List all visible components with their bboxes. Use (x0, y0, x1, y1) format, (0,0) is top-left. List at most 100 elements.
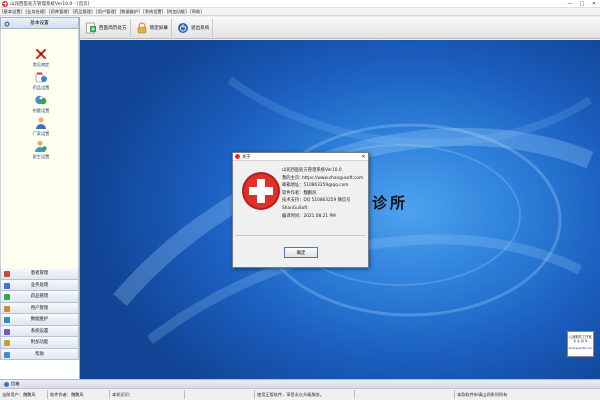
settings-icon (4, 21, 10, 27)
menu-basic-settings[interactable]: [基本设置] (2, 9, 22, 15)
close-button[interactable]: ✕ (588, 0, 600, 8)
lock-screen-button[interactable]: 锁定屏幕 (133, 18, 172, 37)
sidebar-item-patients[interactable]: 患者管理 (0, 268, 79, 280)
corner-logo-line2: 专 业 软 件 (573, 339, 588, 343)
status-notice: 使用正版软件，享受永久升级服务。 (255, 390, 355, 399)
menu-system[interactable]: [系统设置] (143, 9, 163, 15)
status-author: 软件作者：魏鹏风 (48, 390, 110, 399)
minimize-button[interactable]: — (564, 0, 576, 8)
sidebar-item-manufacturer[interactable]: 厂家设置 (21, 116, 61, 137)
about-info: 山润西医处方管理系统Ver10.0 我的主页: https://www.shan… (282, 167, 368, 220)
sidebar-item-dosage[interactable]: 剂量设置 (21, 93, 61, 114)
exit-label: 退出系统 (190, 25, 210, 31)
menu-business[interactable]: [业务处理] (26, 9, 46, 15)
corner-logo: 山润软件工作室 专 业 软 件 shangusoft.com (567, 331, 594, 357)
dialog-app-icon (235, 154, 240, 159)
dialog-title-bar: 关于 ✕ (233, 153, 368, 161)
about-homepage[interactable]: 我的主页: https://www.shangusoft.com (282, 175, 368, 183)
sidebar-item-symptoms[interactable]: 常见病症 (21, 47, 61, 68)
status-blank-2 (355, 390, 455, 399)
sidebar-item-users[interactable]: 用户管理 (0, 302, 79, 314)
toolbar: 西医简历处方 锁定屏幕 退出系统 (80, 17, 600, 39)
sidebar-section-label: 附加功能 (30, 340, 49, 346)
dialog-divider (235, 235, 366, 236)
business-icon (4, 282, 10, 289)
status-machine-id: 本机识识： (110, 390, 185, 399)
sidebar-section-label: 数据维护 (30, 317, 49, 323)
sidebar-header-label: 基本设置 (30, 21, 49, 26)
menu-data[interactable]: [数据维护] (120, 9, 140, 15)
status-license: 本款软件申请山润系列所有 (457, 391, 508, 397)
sidebar-header[interactable]: 基本设置 (0, 17, 79, 29)
sidebar-section-label: 患者管理 (30, 271, 49, 277)
sidebar-item-doctor[interactable]: 医生设置 (21, 139, 61, 160)
sidebar-section-label: 系统设置 (30, 328, 49, 334)
red-cross-icon (242, 172, 280, 210)
sidebar-item-medicine-manage[interactable]: 药品管理 (0, 291, 79, 303)
dialog-close-button[interactable]: ✕ (359, 154, 368, 160)
menu-extra[interactable]: [附加功能] (167, 9, 187, 15)
menu-help[interactable]: [帮助] (190, 9, 202, 15)
prescription-label: 西医简历处方 (99, 25, 127, 31)
status-bar: 当前用户：魏鹏风 软件作者：魏鹏风 本机识识： 使用正版软件，享受永久升级服务。… (0, 388, 600, 400)
dosage-settings-icon (34, 93, 48, 107)
lock-screen-label: 锁定屏幕 (149, 25, 168, 31)
message-bar: 信箱 (0, 379, 600, 388)
about-support: 技术支持：QQ 510863259 微信号 (282, 198, 351, 204)
help-icon (4, 351, 10, 358)
clinic-brand-text: 诊所 (372, 194, 409, 212)
sidebar-panel: 常见病症 药品设置 剂量设置 厂家设置 医生设置 (0, 29, 79, 268)
sidebar-item-extra[interactable]: 附加功能 (0, 337, 79, 349)
sidebar-item-help[interactable]: 帮助 (0, 348, 79, 360)
database-icon (4, 317, 10, 323)
message-bar-label[interactable]: 信箱 (11, 381, 19, 387)
about-author: 软件作者：魏鹏风 (282, 190, 317, 196)
corner-logo-url: shangusoft.com (568, 346, 593, 350)
sidebar-item-data[interactable]: 数据维护 (0, 314, 79, 326)
sidebar-item-system[interactable]: 系统设置 (0, 325, 79, 337)
manufacturer-settings-icon (34, 116, 48, 130)
extra-icon (4, 340, 10, 346)
app-logo-icon (2, 0, 8, 7)
window-title: 山润西医处方管理系统Ver10.0 - [首页] (10, 1, 90, 7)
sidebar-item-label: 药品设置 (32, 85, 50, 90)
about-build-time: 编译时间：2021.08.21 PM (282, 213, 336, 219)
menu-medicine[interactable]: [药品管理] (73, 9, 93, 15)
medicine-settings-icon (34, 70, 48, 84)
sidebar-item-label: 剂量设置 (32, 108, 50, 113)
maximize-button[interactable]: □ (576, 0, 588, 8)
dialog-title: 关于 (242, 154, 251, 160)
about-email: 邮箱地址：510863259@qq.com (282, 183, 349, 189)
menu-pharmacy[interactable]: [药库管理] (49, 9, 69, 15)
ok-button[interactable]: 确定 (284, 247, 318, 258)
symptoms-icon (34, 47, 48, 61)
exit-icon (177, 22, 189, 34)
sidebar-item-label: 医生设置 (32, 154, 50, 159)
prescription-button[interactable]: 西医简历处方 (82, 18, 131, 37)
system-icon (4, 328, 10, 335)
menu-bar: [基本设置] [业务处理] [药库管理] [药品管理] [用户管理] [数据维护… (0, 8, 600, 16)
users-icon (4, 305, 10, 312)
about-dialog: 关于 ✕ 山润西医处方管理系统Ver10.0 我的主页: https://www… (232, 152, 369, 268)
lock-screen-icon (136, 22, 148, 34)
exit-button[interactable]: 退出系统 (174, 18, 214, 37)
sidebar-item-medicine[interactable]: 药品设置 (21, 70, 61, 91)
prescription-icon (85, 22, 97, 34)
sidebar: 基本设置 常见病症 药品设置 剂量设置 厂家设置 医生设置 患者管理 业务处理 … (0, 17, 80, 379)
about-product: 山润西医处方管理系统Ver10.0 (282, 168, 342, 173)
doctor-settings-icon (34, 139, 48, 153)
sidebar-item-business[interactable]: 业务处理 (0, 279, 79, 291)
sidebar-section-label: 药品管理 (30, 294, 49, 300)
sidebar-section-label: 用户管理 (30, 305, 49, 311)
medicine-icon (4, 294, 10, 300)
status-current-user: 当前用户：魏鹏风 (0, 390, 48, 399)
window-controls: — □ ✕ (564, 0, 600, 8)
title-bar: 山润西医处方管理系统Ver10.0 - [首页] — □ ✕ (0, 0, 600, 8)
patients-icon (4, 271, 10, 277)
menu-users[interactable]: [用户管理] (96, 9, 116, 15)
sidebar-section-label: 帮助 (35, 351, 44, 357)
sidebar-item-label: 常见病症 (32, 62, 50, 67)
sidebar-item-label: 厂家设置 (32, 131, 50, 136)
about-wechat: ShanGuSoft (282, 205, 308, 211)
sidebar-section-label: 业务处理 (30, 282, 49, 288)
